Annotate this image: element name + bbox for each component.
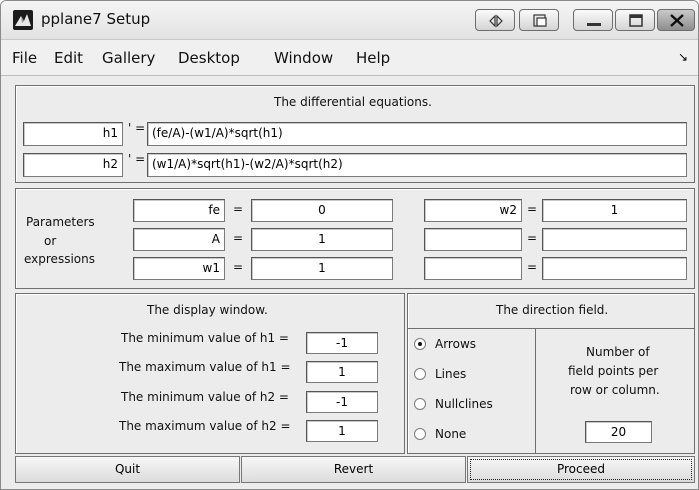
matlab-app-icon <box>13 10 33 30</box>
direction-field-heading: The direction field. <box>496 303 609 317</box>
max-h2-label: The maximum value of h2 = <box>119 419 291 433</box>
copy-window-icon <box>533 14 547 27</box>
equation-expr-h2[interactable]: (w1/A)*sqrt(h1)-(w2/A)*sqrt(h2) <box>147 153 687 177</box>
min-h2-input[interactable]: -1 <box>306 391 378 413</box>
dock-toggle-button[interactable] <box>475 9 515 31</box>
min-h1-label: The minimum value of h1 = <box>121 331 289 345</box>
maximize-icon <box>629 14 643 27</box>
window-title: pplane7 Setup <box>41 10 151 28</box>
menu-desktop[interactable]: Desktop <box>178 49 240 67</box>
param-name-w1[interactable]: w1 <box>133 257 225 280</box>
radio-lines-label[interactable]: Lines <box>435 367 466 381</box>
radio-none-button[interactable] <box>414 428 426 440</box>
menu-edit[interactable]: Edit <box>54 49 83 67</box>
param-name-a[interactable]: A <box>133 228 225 251</box>
radio-arrows-label[interactable]: Arrows <box>435 337 476 351</box>
field-points-input[interactable]: 20 <box>585 421 652 443</box>
display-window-heading: The display window. <box>147 303 268 317</box>
minimize-button[interactable] <box>573 9 613 31</box>
param-name-w2[interactable]: w2 <box>424 199 522 222</box>
close-button[interactable] <box>657 9 695 31</box>
equations-heading: The differential equations. <box>274 95 432 109</box>
parameters-label-line2: or <box>44 234 57 248</box>
min-h2-label: The minimum value of h2 = <box>121 390 289 404</box>
title-bar: pplane7 Setup <box>1 1 698 40</box>
proceed-button[interactable]: Proceed <box>467 456 695 483</box>
minimize-icon <box>587 23 601 26</box>
prime-equals-2: ' = <box>128 152 146 166</box>
equations-panel: The differential equations. h1 ' = (fe/A… <box>15 85 695 183</box>
equation-expr-h1[interactable]: (fe/A)-(w1/A)*sqrt(h1) <box>147 122 687 146</box>
param-value-empty-2[interactable] <box>542 257 687 280</box>
param-value-w1[interactable]: 1 <box>251 257 393 280</box>
parameters-label-line1: Parameters <box>26 215 95 229</box>
param-eq-3: = <box>233 260 244 274</box>
maximize-button[interactable] <box>615 9 655 31</box>
param-name-empty-1[interactable] <box>424 228 522 251</box>
divider-horizontal <box>408 328 694 329</box>
menu-bar: File Edit Gallery Desktop Window Help ↘ <box>1 40 698 76</box>
param-value-a[interactable]: 1 <box>251 228 393 251</box>
equation-var-h1[interactable]: h1 <box>23 122 123 146</box>
param-name-fe[interactable]: fe <box>133 199 225 222</box>
pplane-setup-window: pplane7 Setup File Edit Gallery Desktop … <box>0 0 699 490</box>
menu-gallery[interactable]: Gallery <box>102 49 155 67</box>
menu-help[interactable]: Help <box>356 49 390 67</box>
revert-button[interactable]: Revert <box>241 456 466 483</box>
points-label-line1: Number of <box>586 345 650 359</box>
param-eq-2: = <box>233 231 244 245</box>
max-h1-input[interactable]: 1 <box>306 361 378 383</box>
param-value-empty-1[interactable] <box>542 228 687 251</box>
max-h2-input[interactable]: 1 <box>306 420 378 442</box>
menu-window[interactable]: Window <box>274 49 333 67</box>
divider-vertical <box>535 328 536 453</box>
parameters-label-line3: expressions <box>24 252 95 266</box>
dock-arrow-icon[interactable]: ↘ <box>678 50 688 64</box>
points-label-line3: row or column. <box>570 383 660 397</box>
menu-file[interactable]: File <box>12 49 37 67</box>
display-window-panel: The display window. The minimum value of… <box>15 293 405 454</box>
param-eq-5: = <box>527 231 538 245</box>
param-value-fe[interactable]: 0 <box>251 199 393 222</box>
copy-window-button[interactable] <box>519 9 559 31</box>
param-value-w2[interactable]: 1 <box>542 199 687 222</box>
param-eq-6: = <box>527 260 538 274</box>
parameters-panel: Parameters or expressions fe = 0 A = 1 w… <box>15 188 695 289</box>
param-eq-1: = <box>233 202 244 216</box>
radio-none-label[interactable]: None <box>435 427 466 441</box>
param-eq-4: = <box>527 202 538 216</box>
direction-field-panel: The direction field. Arrows Lines Nullcl… <box>407 293 695 454</box>
max-h1-label: The maximum value of h1 = <box>119 360 291 374</box>
radio-nullclines-button[interactable] <box>414 398 426 410</box>
radio-arrows-button[interactable] <box>414 338 426 350</box>
points-label-line2: field points per <box>568 364 659 378</box>
radio-nullclines-label[interactable]: Nullclines <box>435 397 493 411</box>
dock-arrows-icon <box>489 14 503 28</box>
min-h1-input[interactable]: -1 <box>306 332 378 354</box>
radio-lines-button[interactable] <box>414 368 426 380</box>
prime-equals-1: ' = <box>128 121 146 135</box>
equation-var-h2[interactable]: h2 <box>23 153 123 177</box>
quit-button[interactable]: Quit <box>15 456 240 483</box>
close-icon <box>670 14 684 27</box>
param-name-empty-2[interactable] <box>424 257 522 280</box>
